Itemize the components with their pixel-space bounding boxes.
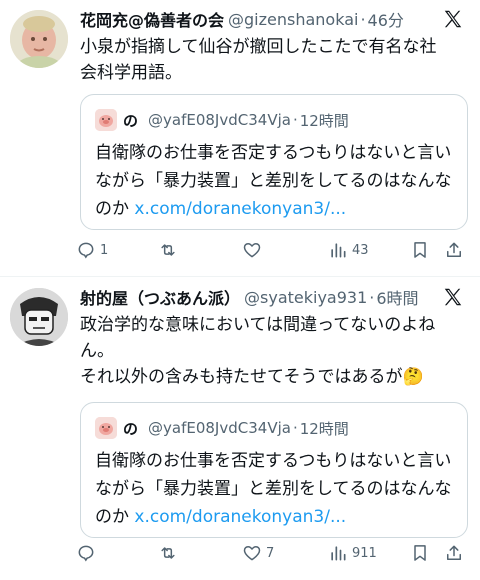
repost-button[interactable]: [158, 238, 182, 262]
reply-button[interactable]: 1: [76, 238, 108, 262]
quote-author-name: の: [123, 111, 139, 130]
reply-button[interactable]: [76, 541, 100, 565]
post-text-line: 政治学的な意味においては間違ってないのよね: [80, 315, 436, 335]
reply-count: 1: [100, 242, 109, 258]
author-avatar[interactable]: [10, 288, 68, 346]
quote-time: 12時間: [299, 419, 349, 438]
post[interactable]: 花岡充@偽善者の会 @gizenshanokai · 46分 小泉が指摘して仙谷…: [0, 0, 480, 276]
like-button[interactable]: 7: [242, 541, 274, 565]
views-bar-chart-icon: [331, 243, 346, 258]
post-divider: [0, 276, 480, 277]
quote-text: 自衛隊のお仕事を否定するつもりはないと言いながら「暴力装置」と差別をしてるのはな…: [95, 447, 457, 531]
post-text-line: それ以外の含みも持たせてそうではあるが🤔: [80, 367, 424, 387]
author-name[interactable]: 射的屋（つぶあん派）: [80, 285, 240, 309]
manga-character-icon: [10, 288, 68, 346]
bookmark-button[interactable]: [410, 238, 430, 262]
views-button[interactable]: 43: [328, 238, 369, 262]
post-text-line: 小泉が指摘して仙谷が撤回したこたで有名な社: [80, 37, 437, 57]
quote-link[interactable]: x.com/doranekonyan3/...: [134, 199, 346, 219]
separator-dot: ·: [292, 419, 298, 437]
heart-icon: [243, 243, 261, 258]
quote-header: の @yafE08JvdC34Vja · 12時間: [95, 109, 349, 131]
bookmark-button[interactable]: [410, 541, 430, 565]
post[interactable]: 射的屋（つぶあん派） @syatekiya931 · 6時間 政治学的な意味にお…: [0, 278, 480, 580]
pig-avatar-icon: [95, 109, 117, 131]
author-avatar[interactable]: [10, 10, 68, 68]
author-handle[interactable]: @gizenshanokai: [228, 10, 358, 29]
repost-icon: [161, 244, 175, 256]
reply-icon: [78, 545, 94, 562]
x-logo-icon: [444, 10, 462, 28]
action-bar: 7 911: [76, 541, 470, 565]
quote-time: 12時間: [299, 111, 349, 130]
quote-author-name: の: [123, 419, 139, 438]
share-icon: [447, 545, 461, 560]
post-header: 花岡充@偽善者の会 @gizenshanokai · 46分: [80, 6, 470, 32]
reply-icon: [78, 242, 94, 259]
post-header: 射的屋（つぶあん派） @syatekiya931 · 6時間: [80, 284, 470, 310]
post-text: 政治学的な意味においては間違ってないのよね ん。 それ以外の含みも持たせてそうで…: [80, 312, 466, 390]
post-text-line: ん。: [80, 341, 114, 361]
post-text-line: 会科学用語。: [80, 63, 182, 83]
action-bar: 1 43: [76, 238, 470, 262]
separator-dot: ·: [369, 287, 375, 307]
x-logo-icon: [444, 288, 462, 306]
post-time[interactable]: 46分: [368, 7, 404, 31]
repost-button[interactable]: [158, 541, 182, 565]
quote-author-handle: @yafE08JvdC34Vja: [148, 111, 291, 129]
quote-text: 自衛隊のお仕事を否定するつもりはないと言いながら「暴力装置」と差別をしてるのはな…: [95, 139, 457, 223]
bookmark-icon: [414, 545, 426, 561]
separator-dot: ·: [292, 111, 298, 129]
views-button[interactable]: 911: [328, 541, 377, 565]
author-handle[interactable]: @syatekiya931: [244, 288, 367, 307]
heart-icon: [243, 546, 261, 561]
post-text: 小泉が指摘して仙谷が撤回したこたで有名な社 会科学用語。: [80, 34, 466, 86]
quoted-post[interactable]: の @yafE08JvdC34Vja · 12時間 自衛隊のお仕事を否定するつも…: [80, 402, 468, 538]
views-bar-chart-icon: [331, 546, 346, 561]
quote-header: の @yafE08JvdC34Vja · 12時間: [95, 417, 349, 439]
share-button[interactable]: [444, 541, 464, 565]
repost-icon: [161, 547, 175, 559]
author-name[interactable]: 花岡充@偽善者の会: [80, 7, 224, 31]
share-icon: [447, 242, 461, 257]
like-count: 7: [266, 545, 275, 561]
like-button[interactable]: [242, 238, 266, 262]
baby-portrait-icon: [10, 10, 68, 68]
bookmark-icon: [414, 242, 426, 258]
post-time[interactable]: 6時間: [376, 285, 418, 309]
pig-avatar-icon: [95, 417, 117, 439]
quote-author-handle: @yafE08JvdC34Vja: [148, 419, 291, 437]
view-count: 911: [352, 545, 377, 561]
quoted-post[interactable]: の @yafE08JvdC34Vja · 12時間 自衛隊のお仕事を否定するつも…: [80, 94, 468, 230]
separator-dot: ·: [360, 9, 366, 29]
quote-link[interactable]: x.com/doranekonyan3/...: [134, 507, 346, 527]
view-count: 43: [352, 242, 369, 258]
share-button[interactable]: [444, 238, 464, 262]
